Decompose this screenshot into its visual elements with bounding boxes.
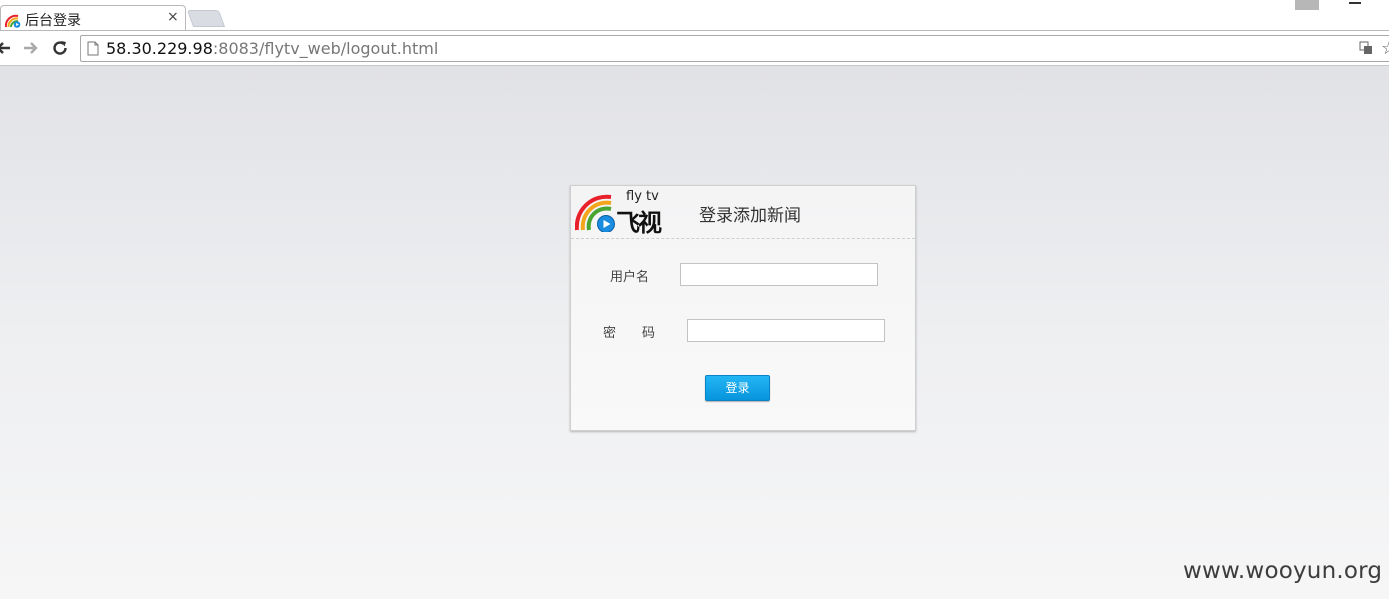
active-tab[interactable]: 后台登录 × bbox=[0, 5, 186, 31]
close-tab-icon[interactable]: × bbox=[167, 9, 179, 25]
username-input[interactable] bbox=[680, 263, 878, 286]
back-arrow-icon[interactable] bbox=[0, 39, 12, 57]
forward-arrow-icon[interactable] bbox=[22, 39, 40, 57]
new-tab-button[interactable] bbox=[186, 10, 226, 27]
logo-caption: fly tv bbox=[626, 189, 659, 204]
address-bar[interactable]: 58.30.229.98:8083/flytv_web/logout.html … bbox=[80, 35, 1389, 62]
url-host: 58.30.229.98 bbox=[106, 39, 213, 58]
username-label: 用户名 bbox=[610, 270, 650, 285]
minimize-window-icon[interactable] bbox=[1349, 2, 1361, 4]
watermark: www.wooyun.org bbox=[1183, 558, 1383, 584]
login-title: 登录添加新闻 bbox=[699, 206, 801, 226]
flytv-favicon-icon bbox=[5, 14, 21, 28]
url-text: 58.30.229.98:8083/flytv_web/logout.html bbox=[106, 39, 438, 58]
login-header: fly tv 飞视 登录添加新闻 bbox=[571, 186, 915, 239]
flytv-logo: fly tv 飞视 bbox=[575, 188, 665, 237]
password-input[interactable] bbox=[687, 319, 885, 342]
rainbow-play-logo-icon bbox=[575, 194, 615, 232]
page-document-icon bbox=[87, 41, 99, 56]
translate-icon[interactable] bbox=[1359, 41, 1373, 55]
browser-toolbar: 58.30.229.98:8083/flytv_web/logout.html … bbox=[0, 30, 1389, 66]
url-path: :8083/flytv_web/logout.html bbox=[212, 39, 439, 58]
tab-strip: 后台登录 × bbox=[0, 0, 1389, 31]
tab-title: 后台登录 bbox=[25, 13, 81, 29]
page-background: fly tv 飞视 登录添加新闻 用户名 密 码 登录 bbox=[0, 66, 1389, 599]
bookmark-star-icon[interactable]: ☆ bbox=[1381, 38, 1389, 59]
password-label: 密 码 bbox=[603, 326, 656, 341]
user-profile-icon[interactable] bbox=[1295, 0, 1319, 10]
reload-icon[interactable] bbox=[51, 39, 69, 57]
login-button[interactable]: 登录 bbox=[705, 375, 770, 401]
login-panel: fly tv 飞视 登录添加新闻 用户名 密 码 登录 bbox=[570, 185, 916, 431]
logo-name: 飞视 bbox=[616, 209, 662, 237]
